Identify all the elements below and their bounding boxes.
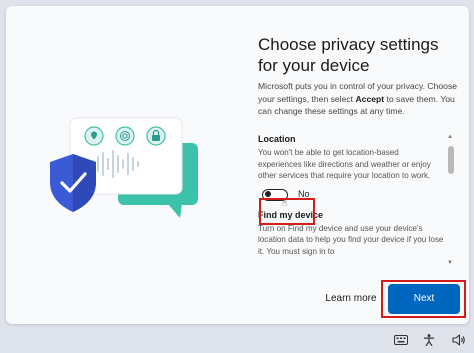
location-section: Location You won't be able to get locati… [258, 134, 444, 208]
location-toggle-label: No [298, 188, 310, 199]
location-title: Location [258, 134, 296, 144]
next-highlight-box [381, 280, 466, 318]
accept-keyword: Accept [355, 93, 385, 104]
taskbar [0, 328, 474, 353]
toggle-highlight-box [259, 198, 315, 225]
scroll-down-icon[interactable]: ▼ [447, 260, 453, 266]
scroll-up-icon[interactable]: ▲ [447, 134, 453, 140]
oobe-window: Choose privacy settings for your device … [6, 6, 469, 324]
fingerprint-icon [115, 126, 135, 146]
privacy-illustration [50, 117, 198, 218]
accessibility-icon[interactable] [423, 334, 435, 346]
toggle-knob [265, 191, 271, 197]
find-my-device-description: Turn on Find my device and use your devi… [258, 223, 444, 256]
keyboard-icon[interactable] [394, 334, 408, 346]
shield-check-icon [50, 154, 96, 212]
intro-text: Microsoft puts you in control of your pr… [258, 81, 458, 117]
volume-icon[interactable] [452, 334, 466, 346]
scrollbar[interactable]: ▲ ▼ [446, 134, 456, 266]
lock-icon [146, 126, 166, 146]
scrollbar-thumb[interactable] [448, 146, 454, 174]
page-title: Choose privacy settings for your device [258, 35, 439, 75]
location-pin-icon [84, 126, 104, 146]
learn-more-button[interactable]: Learn more [318, 290, 384, 308]
location-description: You won't be able to get location-based … [258, 148, 431, 180]
